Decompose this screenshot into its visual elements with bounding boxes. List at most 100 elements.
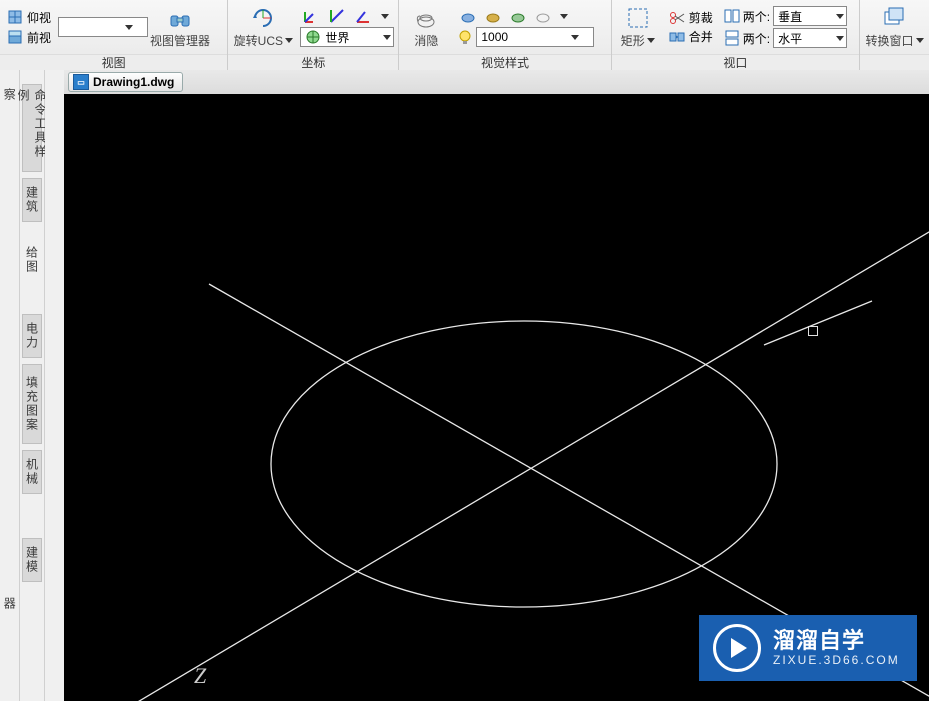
group-label-view: 视图: [0, 54, 227, 71]
rotate-ucs-label: 旋转UCS: [234, 32, 283, 49]
palette-tab-hatch[interactable]: 填充图案: [22, 364, 42, 444]
palette-tab-commands[interactable]: 命令工具样例: [22, 84, 42, 172]
palette-tab-modeling[interactable]: 建模: [22, 538, 42, 582]
teapot-solid-icon: [460, 8, 476, 24]
coord-system-value: 世界: [325, 29, 379, 46]
palette-label-drawing: 给图: [24, 246, 41, 274]
teapot-wire-icon: [414, 6, 438, 30]
ucs-more-button[interactable]: [378, 7, 392, 25]
canvas-svg: [64, 94, 929, 701]
view-name-combo[interactable]: [58, 17, 148, 37]
rotate-axis-icon: [251, 6, 275, 30]
convert-window-button[interactable]: 转换窗口: [864, 2, 925, 52]
axis-xy-icon: [303, 8, 319, 24]
vp-two-horiz-icon: [724, 30, 740, 46]
hide-button[interactable]: 消隐: [403, 2, 449, 52]
vp-row1-value: 垂直: [778, 8, 832, 25]
watermark-sub: ZIXUE.3D66.COM: [773, 654, 900, 668]
chevron-down-icon: [560, 14, 568, 19]
view-name-input[interactable]: [63, 19, 121, 35]
teapot-hidden-icon: [535, 8, 551, 24]
shade-btn-1[interactable]: [457, 7, 479, 25]
group-label-viewport: 视口: [612, 54, 859, 71]
ribbon-group-window: 转换窗口: [860, 0, 929, 70]
globe-icon: [305, 29, 321, 45]
view-manager-button[interactable]: 视图管理器: [150, 2, 210, 52]
look-from-label: 仰视: [27, 9, 51, 26]
lightbulb-icon: [457, 29, 473, 45]
vp-row2-combo[interactable]: 水平: [773, 28, 847, 48]
visual-scale-input[interactable]: [481, 29, 567, 45]
look-from-dropdown[interactable]: 仰视: [4, 8, 54, 26]
shade-btn-3[interactable]: [507, 7, 529, 25]
left-tool-palettes: 察 器 命令工具样例 建筑 给图 电力 填充图案 机械 建模: [0, 70, 64, 701]
cube-front-icon: [7, 29, 23, 45]
document-tab[interactable]: ▭ Drawing1.dwg: [68, 72, 183, 92]
ucs-zx-button[interactable]: [352, 7, 374, 25]
vp-row1-a: 两个:: [743, 8, 770, 25]
rotate-ucs-button[interactable]: 旋转UCS: [232, 2, 294, 52]
binoculars-icon: [168, 6, 192, 30]
front-view-dropdown[interactable]: 前视: [4, 28, 54, 46]
vp-trim-button[interactable]: 剪裁: [666, 9, 716, 27]
chevron-down-icon: [383, 35, 391, 40]
palette-tab-power[interactable]: 电力: [22, 314, 42, 358]
chevron-down-icon: [916, 38, 924, 43]
vp-row2-a: 两个:: [743, 30, 770, 47]
vp-two-vert-icon: [724, 8, 740, 24]
ribbon-group-visual: 消隐: [399, 0, 611, 70]
vp-rect-button[interactable]: 矩形: [616, 2, 660, 52]
drawing-canvas[interactable]: Z 溜溜自学 ZIXUE.3D66.COM: [64, 94, 929, 701]
group-label-coord: 坐标: [228, 54, 398, 71]
windows-cascade-icon: [883, 6, 907, 30]
chevron-down-icon: [125, 25, 133, 30]
convert-window-label: 转换窗口: [866, 32, 914, 49]
teapot-flat-icon: [510, 8, 526, 24]
ucs-xy-button[interactable]: [300, 7, 322, 25]
axis-yz-icon: [329, 8, 345, 24]
dwg-file-icon: ▭: [73, 74, 89, 90]
vp-row1-combo[interactable]: 垂直: [773, 6, 847, 26]
vp-row2-value: 水平: [778, 30, 832, 47]
hide-label: 消隐: [414, 32, 438, 49]
ucs-yz-button[interactable]: [326, 7, 348, 25]
teapot-gouraud-icon: [485, 8, 501, 24]
left-marker: 器: [1, 597, 18, 611]
merge-icon: [669, 29, 685, 45]
cube-top-icon: [7, 9, 23, 25]
palette-tab-mechanical[interactable]: 机械: [22, 450, 42, 494]
visual-scale-combo[interactable]: [476, 27, 594, 47]
front-view-label: 前视: [27, 29, 51, 46]
group-label-visual: 视觉样式: [399, 54, 610, 71]
ribbon-group-viewport: 矩形 剪裁 合并 两个: 垂直: [612, 0, 860, 70]
crosshair-pickbox: [808, 326, 818, 336]
viewport-rect-icon: [626, 6, 650, 30]
vp-merge-button[interactable]: 合并: [666, 28, 716, 46]
scissors-icon: [669, 10, 685, 26]
coord-system-combo[interactable]: 世界: [300, 27, 394, 47]
vp-rect-label: 矩形: [621, 32, 645, 49]
ribbon: 仰视 前视 视图管理器 视图: [0, 0, 929, 71]
watermark-main: 溜溜自学: [773, 628, 900, 653]
watermark-badge: 溜溜自学 ZIXUE.3D66.COM: [699, 615, 917, 681]
vp-merge-label: 合并: [689, 28, 713, 45]
shade-btn-4[interactable]: [532, 7, 554, 25]
group-label-window: [860, 54, 929, 71]
document-tab-bar: ▭ Drawing1.dwg: [64, 70, 929, 95]
shade-more-button[interactable]: [557, 7, 571, 25]
chevron-down-icon: [836, 14, 844, 19]
document-tab-label: Drawing1.dwg: [93, 75, 174, 89]
palette-tab-architecture[interactable]: 建筑: [22, 178, 42, 222]
play-circle-icon: [713, 624, 761, 672]
chevron-down-icon: [285, 38, 293, 43]
chevron-down-icon: [647, 38, 655, 43]
view-manager-label: 视图管理器: [150, 32, 210, 49]
chevron-down-icon: [836, 36, 844, 41]
axis-zx-icon: [355, 8, 371, 24]
ribbon-group-coord: 旋转UCS: [228, 0, 399, 70]
chevron-down-icon: [571, 35, 579, 40]
chevron-down-icon: [381, 14, 389, 19]
vp-trim-label: 剪裁: [689, 9, 713, 26]
ribbon-group-view: 仰视 前视 视图管理器 视图: [0, 0, 228, 70]
shade-btn-2[interactable]: [482, 7, 504, 25]
